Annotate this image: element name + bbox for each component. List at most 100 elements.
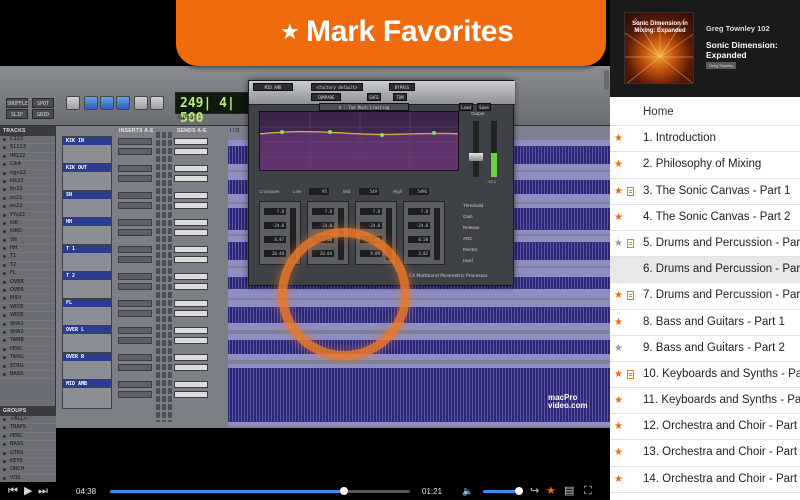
star-icon[interactable]: ★ [614, 212, 623, 224]
volume-slider[interactable] [483, 487, 523, 495]
insert-slot[interactable] [118, 229, 152, 236]
crossover-band-value[interactable]: 549 [359, 188, 379, 195]
track-strip[interactable]: OVER L [62, 325, 112, 355]
track-name[interactable]: MID AMB [63, 380, 111, 388]
track-strip[interactable]: T 1 [62, 244, 112, 274]
track-list-item[interactable]: PERC [0, 346, 55, 355]
band-value[interactable]: 3.82 [408, 250, 430, 257]
track-list-item[interactable]: IM122 [0, 153, 55, 162]
output-slot[interactable] [174, 273, 208, 280]
insert-slot[interactable] [118, 175, 152, 182]
favorite-icon[interactable]: ★ [546, 485, 556, 497]
star-icon[interactable]: ★ [614, 395, 623, 407]
track-name[interactable]: KIK OUT [63, 164, 111, 172]
insert-slot[interactable] [118, 148, 152, 155]
track-list-item[interactable]: WIDE [0, 304, 55, 313]
insert-slot[interactable] [118, 381, 152, 388]
lesson-item[interactable]: ★ 8. Bass and Guitars - Part 1 [610, 309, 800, 336]
track-list-item[interactable]: OVER [0, 279, 55, 288]
output-slot[interactable] [174, 391, 208, 398]
track-strip[interactable]: T 2 [62, 271, 112, 301]
band-value[interactable]: -24.0 [408, 222, 430, 229]
star-icon[interactable]: ★ [614, 421, 623, 433]
insert-slot[interactable] [118, 310, 152, 317]
output-slot[interactable] [174, 202, 208, 209]
insert-slot[interactable] [118, 391, 152, 398]
track-list-item[interactable]: BASS [0, 371, 55, 380]
output-slot[interactable] [174, 219, 208, 226]
insert-slot[interactable] [118, 283, 152, 290]
insert-slot[interactable] [118, 192, 152, 199]
track-list-item[interactable]: C122 [0, 136, 55, 145]
star-icon[interactable]: ★ [614, 317, 623, 329]
track-list-item[interactable]: SHA1 [0, 321, 55, 329]
output-slot[interactable] [174, 256, 208, 263]
track-strip[interactable]: SN [62, 190, 112, 220]
crossover-band-value[interactable]: 5496 [409, 188, 429, 195]
output-slot[interactable] [174, 175, 208, 182]
lesson-item[interactable]: ★ 3. The Sonic Canvas - Part 1 [610, 178, 800, 205]
insert-slot[interactable] [118, 256, 152, 263]
output-slot[interactable] [174, 327, 208, 334]
track-list-item[interactable]: YYs22 [0, 212, 55, 220]
track-name[interactable]: OVER L [63, 326, 111, 334]
star-icon[interactable]: ★ [614, 159, 623, 171]
track-list-item[interactable]: SN [0, 237, 55, 246]
band-fader-icon[interactable] [434, 208, 440, 260]
band-value[interactable]: 0.50 [408, 236, 430, 243]
output-slot[interactable] [174, 354, 208, 361]
seek-bar[interactable] [110, 487, 410, 495]
output-slot[interactable] [174, 148, 208, 155]
star-icon[interactable]: ★ [614, 447, 623, 459]
track-list-item[interactable]: ngn22 [0, 170, 55, 178]
output-slot[interactable] [174, 364, 208, 371]
track-name[interactable]: OVER R [63, 353, 111, 361]
notes-icon[interactable]: ▤ [564, 485, 574, 497]
lesson-item[interactable]: ★ 7. Drums and Percussion - Part [610, 283, 800, 310]
band-value[interactable]: 7.8 [264, 208, 286, 215]
lesson-item[interactable]: 6. Drums and Percussion - Part [610, 257, 800, 284]
lesson-item[interactable]: ★ 2. Philosophy of Mixing [610, 152, 800, 179]
star-icon[interactable]: ★ [614, 369, 623, 381]
insert-slot[interactable] [118, 327, 152, 334]
track-list-item[interactable]: STRG [0, 363, 55, 371]
video-player[interactable]: SHUFFLE SPOT SLIP GRID 249| 4| 500 Curso… [0, 0, 610, 482]
star-icon[interactable]: ★ [614, 133, 623, 145]
band-value[interactable]: 8.97 [264, 236, 286, 243]
track-list-item[interactable]: HH [0, 245, 55, 254]
volume-icon[interactable]: 🔈 [462, 485, 473, 497]
lesson-item[interactable]: ★ 14. Orchestra and Choir - Part [610, 466, 800, 493]
output-slot[interactable] [174, 138, 208, 145]
track-strip[interactable]: FL [62, 298, 112, 328]
track-list-item[interactable]: T2 [0, 262, 55, 271]
insert-slot[interactable] [118, 273, 152, 280]
band-value[interactable]: 20.40 [264, 250, 286, 257]
track-strip[interactable]: HH [62, 217, 112, 247]
sidebar-item-home[interactable]: Home [610, 100, 800, 127]
insert-slot[interactable] [118, 219, 152, 226]
insert-slot[interactable] [118, 202, 152, 209]
output-slot[interactable] [174, 229, 208, 236]
track-name[interactable]: SN [63, 191, 111, 199]
insert-slot[interactable] [118, 165, 152, 172]
track-strip[interactable]: MID AMB [62, 379, 112, 409]
track-list-item[interactable]: KIKO [0, 228, 55, 237]
track-strip[interactable]: OVER R [62, 352, 112, 382]
lesson-item[interactable]: ★ 5. Drums and Percussion - Part [610, 230, 800, 258]
track-list-item[interactable]: SHA2 [0, 329, 55, 338]
crossover-band-value[interactable]: 95 [309, 188, 329, 195]
group-list-item[interactable]: BASS [0, 441, 56, 450]
star-icon[interactable]: ★ [614, 186, 623, 198]
star-icon[interactable]: ★ [614, 343, 623, 355]
output-slot[interactable] [174, 337, 208, 344]
track-list-item[interactable]: TAMB [0, 337, 55, 346]
group-list-item[interactable]: ORCH [0, 466, 56, 475]
track-list-item[interactable]: KIK [0, 220, 55, 229]
track-name[interactable]: KIK IN [63, 137, 111, 145]
track-strip[interactable]: KIK IN [62, 136, 112, 166]
band-value[interactable]: -24.0 [360, 222, 382, 229]
star-icon[interactable]: ★ [614, 238, 623, 250]
track-name[interactable]: T 1 [63, 245, 111, 253]
track-list-item[interactable]: ex22 [0, 203, 55, 212]
band-value[interactable]: -24.0 [264, 222, 286, 229]
